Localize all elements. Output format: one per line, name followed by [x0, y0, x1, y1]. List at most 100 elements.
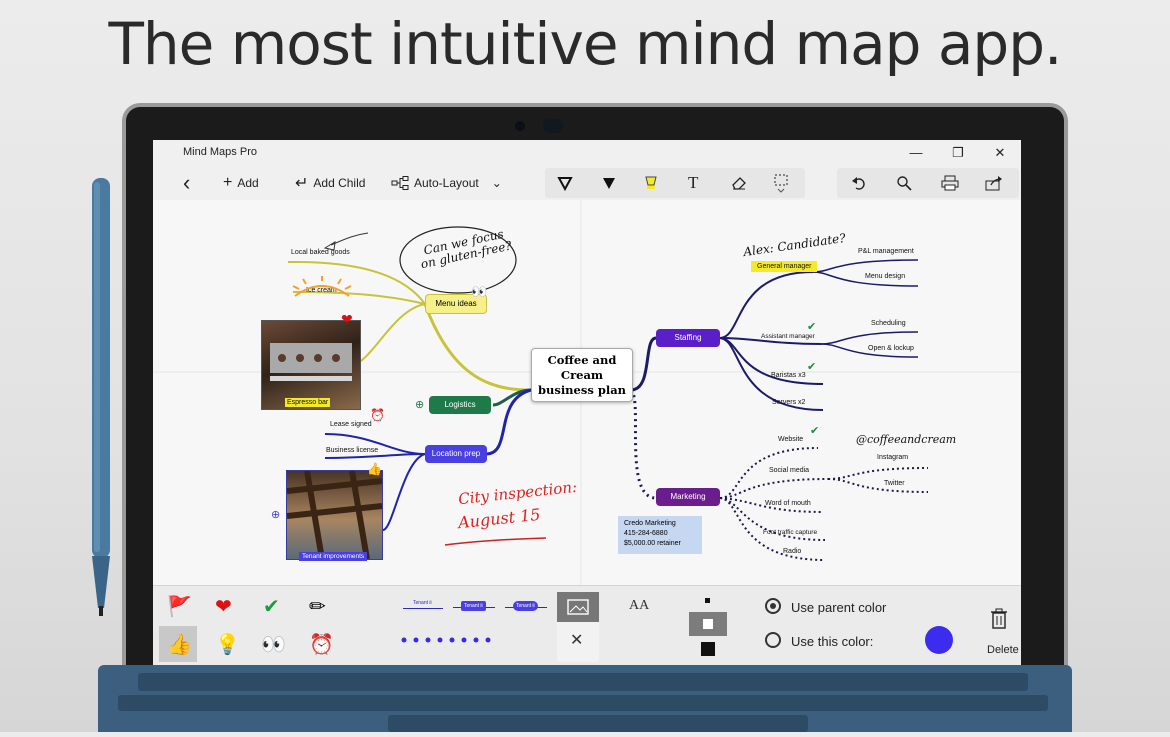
central-node[interactable]: Coffee and Cream business plan	[531, 348, 633, 402]
eraser-tool[interactable]	[731, 172, 747, 194]
lasso-select-tool[interactable]	[773, 172, 789, 194]
line-style-pill[interactable]: Tenant ii	[505, 600, 547, 614]
leaf-instagram[interactable]: Instagram	[877, 454, 908, 461]
thumbs-up-sticker-icon[interactable]: 👍	[167, 632, 192, 657]
eyes-sticker-icon[interactable]: 👀	[261, 632, 286, 657]
highlighter-tool[interactable]	[643, 172, 659, 194]
tenant-improvements-image[interactable]	[286, 470, 383, 560]
alarm-sticker-icon[interactable]: ⏰	[309, 632, 334, 657]
return-arrow-icon: ↵	[295, 175, 309, 192]
mind-map-canvas[interactable]: Can we focus on gluten-free? Alex: Candi…	[153, 200, 1021, 585]
insert-image-button[interactable]	[557, 592, 599, 622]
leaf-foot-traffic[interactable]: Foot traffic capture	[763, 529, 817, 536]
leaf-scheduling[interactable]: Scheduling	[871, 320, 906, 327]
delete-label[interactable]: Delete	[987, 644, 1019, 656]
share-button[interactable]	[985, 172, 1003, 194]
leaf-servers[interactable]: Servers x2	[772, 399, 805, 406]
back-button[interactable]: ‹	[183, 170, 191, 195]
use-this-color-radio[interactable]	[765, 632, 781, 648]
node-size-large[interactable]	[701, 642, 715, 656]
pen-dark-tool[interactable]	[601, 172, 617, 194]
print-button[interactable]	[941, 172, 959, 194]
auto-layout-button[interactable]: Auto-Layout ⌄	[391, 172, 502, 194]
add-child-button[interactable]: ↵ Add Child	[295, 172, 365, 194]
leaf-baristas[interactable]: Baristas x3	[771, 372, 806, 379]
node-size-small[interactable]	[705, 598, 710, 603]
checkmark-icon[interactable]: ✔	[263, 594, 280, 619]
use-this-color-label[interactable]: Use this color:	[791, 634, 873, 649]
line-style-box-label: Tenant ii	[461, 601, 486, 611]
leaf-tenant-improvements[interactable]: Tenant improvements	[299, 552, 368, 561]
flag-icon[interactable]: 🚩	[167, 594, 192, 619]
use-parent-color-radio[interactable]	[765, 598, 781, 614]
line-style-plain[interactable]: Tenant ii	[403, 600, 445, 614]
leaf-general-manager[interactable]: General manager	[751, 261, 818, 272]
node-location-prep[interactable]: Location prep	[425, 445, 487, 463]
leaf-website[interactable]: Website	[778, 436, 803, 443]
undo-button[interactable]	[851, 172, 867, 194]
toolbar: ‹ + Add ↵ Add Child Auto-Layout ⌄ T	[153, 166, 1021, 200]
heart-sticker-icon[interactable]: ❤	[215, 594, 232, 619]
app-window: Mind Maps Pro — ❐ ✕ ‹ + Add ↵ Add Child …	[153, 140, 1021, 665]
use-parent-color-label[interactable]: Use parent color	[791, 600, 886, 615]
sticky-note[interactable]: Credo Marketing 415-284-6880 $5,000.00 r…	[618, 516, 702, 554]
camera-sensor	[515, 121, 525, 131]
node-size-medium[interactable]	[689, 612, 727, 636]
search-button[interactable]	[896, 172, 912, 194]
delete-button[interactable]	[989, 608, 1009, 635]
back-arrow-icon: ‹	[183, 170, 191, 195]
expand-tenant-icon[interactable]: ⊕	[271, 508, 280, 521]
search-icon	[897, 176, 912, 191]
line-style-dotted[interactable]	[401, 636, 501, 644]
expand-logistics-icon[interactable]: ⊕	[415, 398, 424, 411]
auto-layout-icon	[391, 176, 409, 190]
line-style-box[interactable]: Tenant ii	[453, 600, 495, 614]
leaf-radio[interactable]: Radio	[783, 548, 801, 555]
minimize-button[interactable]: —	[901, 143, 931, 163]
leaf-social-media[interactable]: Social media	[769, 467, 809, 474]
eraser-icon	[732, 177, 746, 190]
node-staffing[interactable]: Staffing	[656, 329, 720, 347]
pencil-icon[interactable]: ✏	[309, 594, 326, 619]
leaf-menu-design[interactable]: Menu design	[865, 273, 905, 280]
leaf-lease-signed[interactable]: Lease signed	[330, 421, 372, 428]
keyboard	[98, 665, 1072, 732]
restore-button[interactable]: ❐	[943, 143, 973, 163]
image-controls: ✕	[557, 592, 599, 662]
leaf-twitter[interactable]: Twitter	[884, 480, 905, 487]
camera	[543, 119, 563, 133]
pen-black-tool[interactable]	[557, 172, 573, 194]
line-style-pill-label: Tenant ii	[513, 601, 538, 611]
leaf-business-license[interactable]: Business license	[326, 447, 378, 454]
espresso-image[interactable]	[261, 320, 361, 410]
check-baristas-icon: ✔	[807, 361, 817, 373]
text-tool[interactable]: T	[688, 172, 698, 194]
beams-drawing	[286, 470, 383, 560]
eyes-icon: 👀	[471, 284, 488, 299]
note-line-3: $5,000.00 retainer	[624, 540, 681, 547]
leaf-open-lockup[interactable]: Open & lockup	[868, 345, 914, 352]
leaf-pl-management[interactable]: P&L management	[858, 248, 914, 255]
leaf-espresso-bar[interactable]: Espresso bar	[285, 398, 331, 407]
leaf-word-of-mouth[interactable]: Word of mouth	[765, 500, 811, 507]
node-marketing[interactable]: Marketing	[656, 488, 720, 506]
font-size-icon[interactable]: AA	[629, 598, 649, 614]
pen-dark-icon	[603, 178, 615, 189]
window-title: Mind Maps Pro	[183, 146, 257, 158]
line-style-plain-label: Tenant ii	[413, 600, 432, 606]
ink-tools-group	[545, 168, 805, 198]
close-button[interactable]: ✕	[985, 143, 1015, 163]
undo-icon	[852, 177, 865, 190]
color-swatch[interactable]	[925, 626, 953, 654]
lightbulb-icon[interactable]: 💡	[215, 632, 240, 657]
ice-cream-ink-rays	[292, 276, 352, 297]
image-icon	[567, 599, 589, 615]
trash-icon	[991, 608, 1007, 629]
add-button[interactable]: + Add	[223, 172, 259, 194]
thumbs-up-icon: 👍	[367, 462, 382, 476]
node-logistics[interactable]: Logistics	[429, 396, 491, 414]
remove-image-icon[interactable]: ✕	[570, 630, 583, 650]
title-bar: Mind Maps Pro — ❐ ✕	[153, 140, 1021, 166]
leaf-local-baked-goods[interactable]: Local baked goods	[291, 249, 350, 256]
leaf-assistant-manager[interactable]: Assistant manager	[761, 333, 815, 340]
